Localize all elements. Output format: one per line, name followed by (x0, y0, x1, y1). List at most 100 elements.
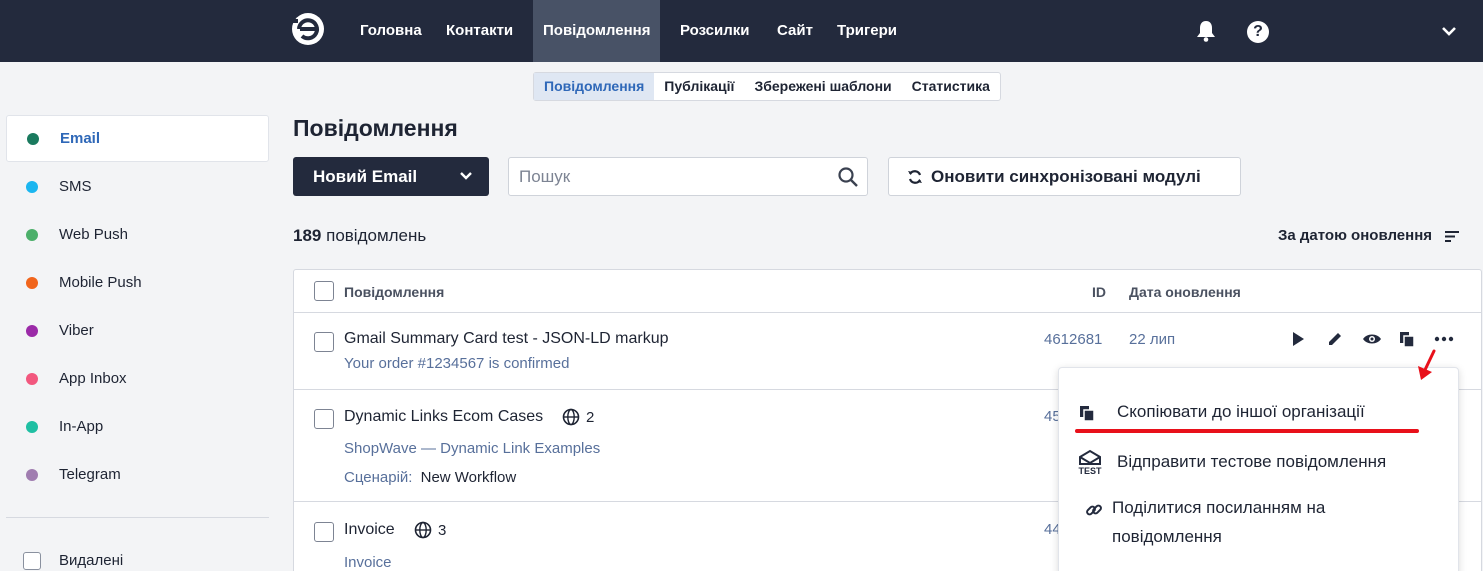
search-field[interactable] (508, 157, 868, 196)
nav-item-home[interactable]: Головна (350, 0, 432, 62)
sidebar-item-viber[interactable]: Viber (6, 307, 269, 354)
column-header-id[interactable]: ID (1092, 284, 1106, 300)
copy-icon (1080, 406, 1095, 422)
sidebar-item-label: Web Push (59, 226, 128, 243)
edit-pencil-icon[interactable] (1326, 330, 1344, 348)
languages-indicator: 3 (414, 521, 446, 539)
scenario-label: Сценарій: (344, 469, 413, 486)
sort-label: За датою оновлення (1278, 227, 1433, 244)
message-id: 4612681 (1044, 331, 1103, 348)
row-checkbox[interactable] (314, 409, 334, 429)
sidebar-item-web-push[interactable]: Web Push (6, 211, 269, 258)
help-icon[interactable]: ? (1247, 21, 1269, 43)
sidebar-item-label: Mobile Push (59, 274, 142, 291)
link-icon (1086, 504, 1102, 516)
status-dot-icon (27, 132, 39, 145)
sidebar-divider (6, 517, 269, 518)
sidebar-item-email[interactable]: Email (6, 115, 269, 162)
eye-preview-icon[interactable] (1362, 330, 1382, 348)
status-dot-icon (26, 180, 38, 193)
test-icon-text: TEST (1078, 466, 1102, 476)
message-count-number: 189 (293, 226, 322, 245)
menu-item-copy-to-organization[interactable]: Скопіювати до іншої організації (1059, 396, 1458, 428)
message-subject: ShopWave — Dynamic Link Examples (344, 440, 601, 457)
nav-item-campaigns[interactable]: Розсилки (670, 0, 760, 62)
nav-item-contacts[interactable]: Контакти (436, 0, 523, 62)
status-dot-icon (26, 420, 38, 433)
message-title[interactable]: Gmail Summary Card test - JSON-LD markup (344, 330, 669, 348)
menu-item-label: Відправити тестове повідомлення (1117, 452, 1387, 471)
search-icon[interactable] (837, 166, 859, 188)
nav-item-site[interactable]: Сайт (767, 0, 823, 62)
message-count-label: повідомлень (326, 226, 427, 245)
message-title[interactable]: Invoice (344, 521, 395, 539)
menu-item-label: Скопіювати до іншої організації (1117, 402, 1365, 421)
globe-icon (414, 521, 432, 539)
new-email-button-label: Новий Email (313, 166, 418, 186)
more-options-menu: Скопіювати до іншої організації TEST Від… (1058, 367, 1459, 571)
scenario-line: Сценарій: New Workflow (344, 469, 516, 486)
select-all-checkbox[interactable] (314, 281, 334, 301)
message-subtabs: Повідомлення Публікації Збережені шаблон… (533, 72, 1001, 101)
sidebar-item-label: Видалені (59, 552, 124, 569)
scenario-value[interactable]: New Workflow (421, 469, 517, 486)
page-title: Повідомлення (293, 115, 458, 141)
nav-item-triggers[interactable]: Тригери (827, 0, 907, 62)
annotation-underline (1075, 429, 1419, 433)
menu-item-label-line2: повідомлення (1112, 527, 1222, 546)
nav-item-messages[interactable]: Повідомлення (533, 0, 661, 62)
sidebar-item-telegram[interactable]: Telegram (6, 451, 269, 498)
sidebar-item-mobile-push[interactable]: Mobile Push (6, 259, 269, 306)
sidebar-item-deleted[interactable]: Видалені (6, 537, 269, 571)
sync-modules-button[interactable]: Оновити синхронізовані модулі (888, 157, 1241, 196)
chevron-down-icon[interactable] (459, 170, 473, 182)
annotation-arrow-icon (1418, 349, 1436, 380)
globe-icon (562, 408, 580, 426)
subtab-messages[interactable]: Повідомлення (534, 73, 655, 100)
sort-lines-icon (1445, 230, 1460, 242)
sync-modules-button-label: Оновити синхронізовані модулі (931, 166, 1201, 186)
sort-control[interactable]: За датою оновлення (1278, 227, 1460, 244)
account-chevron-down-icon[interactable] (1441, 24, 1457, 38)
status-dot-icon (26, 228, 38, 241)
column-header-date[interactable]: Дата оновлення (1129, 284, 1241, 300)
menu-item-label: Поділитися посиланням на (1112, 498, 1326, 517)
message-title[interactable]: Dynamic Links Ecom Cases (344, 408, 543, 426)
sidebar-item-sms[interactable]: SMS (6, 163, 269, 210)
new-email-button[interactable]: Новий Email (293, 157, 489, 196)
more-options-icon[interactable] (1433, 330, 1455, 348)
message-subject: Your order #1234567 is confirmed (344, 355, 570, 372)
status-dot-icon (26, 324, 38, 337)
row-checkbox[interactable] (314, 332, 334, 352)
subtab-statistics[interactable]: Статистика (902, 73, 1000, 100)
sidebar-item-label: Viber (59, 322, 94, 339)
copy-icon[interactable] (1398, 330, 1416, 348)
sidebar-item-label: App Inbox (59, 370, 127, 387)
sidebar-item-app-inbox[interactable]: App Inbox (6, 355, 269, 402)
message-subject: Invoice (344, 554, 392, 571)
row-checkbox[interactable] (314, 522, 334, 542)
languages-count: 2 (586, 408, 595, 426)
play-icon[interactable] (1289, 330, 1307, 348)
esputnik-logo-icon[interactable] (290, 11, 326, 47)
bell-icon[interactable] (1194, 19, 1218, 43)
column-header-message[interactable]: Повідомлення (344, 284, 444, 300)
message-count: 189 повідомлень (293, 226, 426, 246)
status-dot-icon (26, 468, 38, 481)
table-header: Повідомлення ID Дата оновлення (294, 270, 1481, 313)
subtab-saved-templates[interactable]: Збережені шаблони (744, 73, 901, 100)
sync-icon (908, 169, 922, 184)
test-envelope-icon: TEST (1078, 449, 1102, 476)
status-dot-icon (26, 276, 38, 289)
sidebar-item-in-app[interactable]: In-App (6, 403, 269, 450)
deleted-checkbox[interactable] (23, 551, 41, 570)
subtab-publications[interactable]: Публікації (654, 73, 744, 100)
search-input[interactable] (519, 167, 819, 187)
menu-item-send-test[interactable]: TEST Відправити тестове повідомлення (1059, 446, 1458, 480)
top-navigation-bar: Головна Контакти Повідомлення Розсилки С… (0, 0, 1483, 62)
menu-item-share-link[interactable]: Поділитися посиланням на повідомлення (1059, 493, 1458, 553)
sidebar-item-label: SMS (59, 178, 92, 195)
languages-indicator: 2 (562, 408, 594, 426)
sidebar-item-label: In-App (59, 418, 104, 435)
sidebar-item-label: Email (60, 130, 101, 147)
